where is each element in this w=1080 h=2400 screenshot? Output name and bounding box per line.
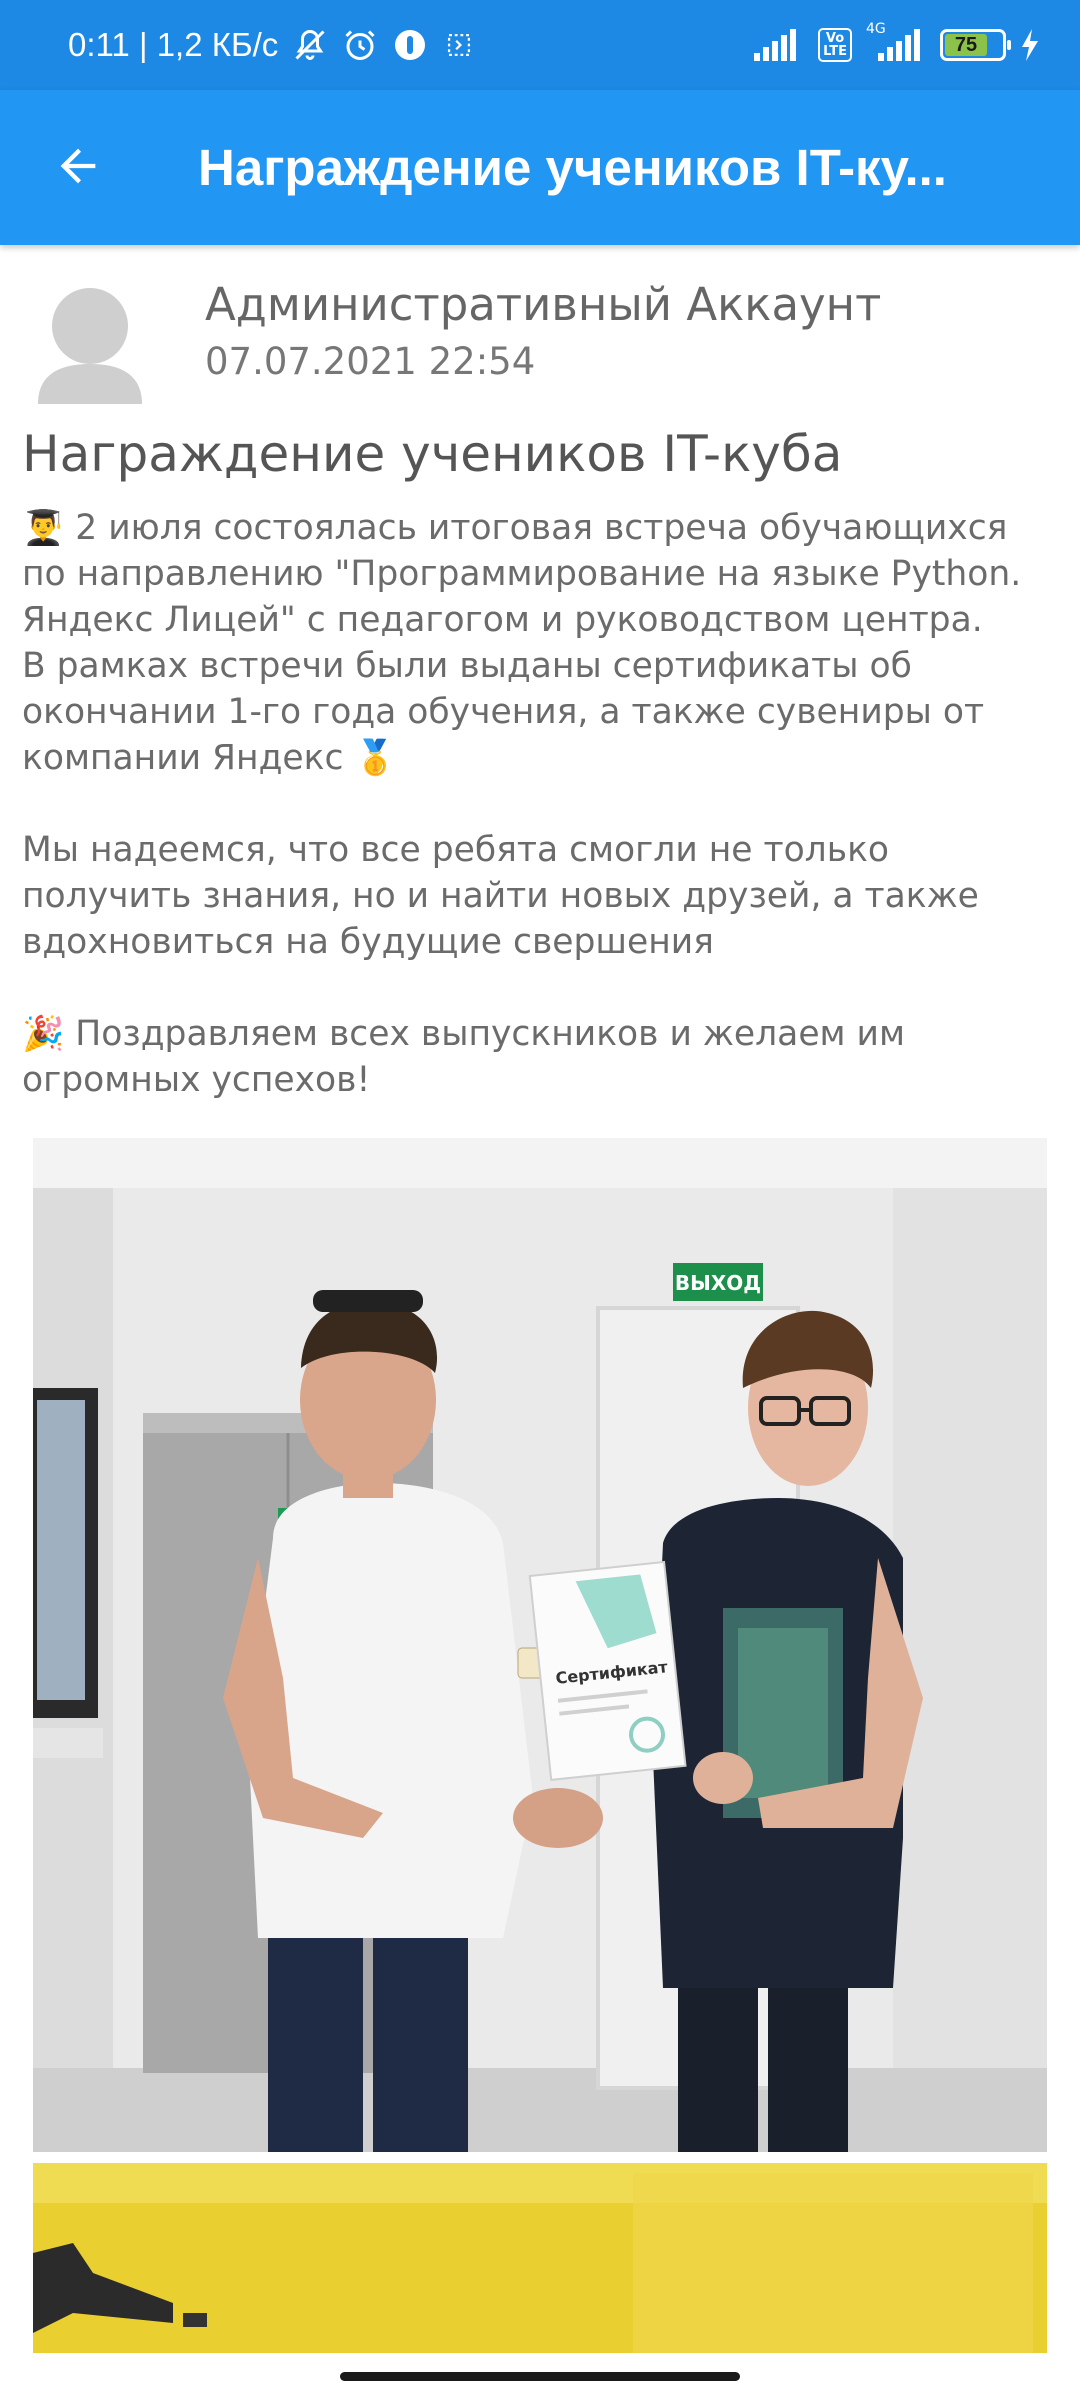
- app-bar-title: Награждение учеников IT-ку...: [198, 139, 947, 196]
- post-body: 👨‍🎓 2 июля состоялась итоговая встреча о…: [22, 505, 1062, 1103]
- back-button[interactable]: [0, 90, 155, 245]
- vpn-icon: [442, 28, 476, 62]
- post-photo-2[interactable]: [33, 2163, 1047, 2353]
- arrow-back-icon: [52, 140, 104, 196]
- home-indicator[interactable]: [340, 2372, 740, 2381]
- photo-2-illustration: [33, 2163, 1047, 2353]
- app-bar: Награждение учеников IT-ку...: [0, 90, 1080, 245]
- author-name[interactable]: Административный Аккаунт: [205, 278, 881, 331]
- charging-icon: [1020, 29, 1040, 61]
- battery-indicator: 75: [940, 29, 1011, 61]
- post-paragraph-3: Мы надеемся, что все ребята смогли не то…: [22, 830, 979, 962]
- status-time-speed: 0:11 | 1,2 КБ/с: [68, 26, 279, 63]
- battery-level: 75: [945, 34, 987, 56]
- party-popper-emoji-icon: 🎉: [22, 1014, 65, 1054]
- status-left: 0:11 | 1,2 КБ/с: [68, 26, 476, 64]
- post-date: 07.07.2021 22:54: [205, 340, 536, 383]
- post-paragraph-2: В рамках встречи были выданы сертификаты…: [22, 643, 1062, 781]
- exit-sign-text: ВЫХОД: [675, 1271, 761, 1295]
- status-bar: 0:11 | 1,2 КБ/с Vo LTE 4G 75: [0, 0, 1080, 90]
- post-paragraph-2-text: В рамках встречи были выданы сертификаты…: [22, 646, 985, 778]
- post-paragraph-4-text: Поздравляем всех выпускников и желаем им…: [22, 1014, 905, 1100]
- post-paragraph-1: 👨‍🎓 2 июля состоялась итоговая встреча о…: [22, 505, 1062, 643]
- author-header: Административный Аккаунт 07.07.2021 22:5…: [0, 260, 1080, 410]
- app-notification-icon: [392, 27, 428, 63]
- medal-emoji-icon: 🥇: [354, 738, 397, 778]
- signal-4g-icon: 4G: [866, 21, 926, 61]
- post-paragraph-4: 🎉 Поздравляем всех выпускников и желаем …: [22, 1011, 1062, 1103]
- post-photo[interactable]: ВЫХОД Сертификат: [33, 1138, 1047, 2152]
- network-label: 4G: [866, 21, 886, 37]
- alarm-icon: [342, 27, 378, 63]
- mute-notification-icon: [292, 27, 328, 63]
- signal-icon: [754, 29, 804, 61]
- graduate-emoji-icon: 👨‍🎓: [22, 508, 65, 548]
- volte-badge: Vo LTE: [818, 28, 852, 62]
- status-right: Vo LTE 4G 75: [754, 21, 1040, 62]
- post-title: Награждение учеников IT-куба: [22, 425, 843, 483]
- photo-illustration: ВЫХОД Сертификат: [33, 1138, 1047, 2152]
- post-paragraph-1-text: 2 июля состоялась итоговая встреча обуча…: [22, 508, 1022, 640]
- avatar[interactable]: [34, 282, 146, 404]
- screen: 0:11 | 1,2 КБ/с Vo LTE 4G 75 Награждение…: [0, 0, 1080, 2400]
